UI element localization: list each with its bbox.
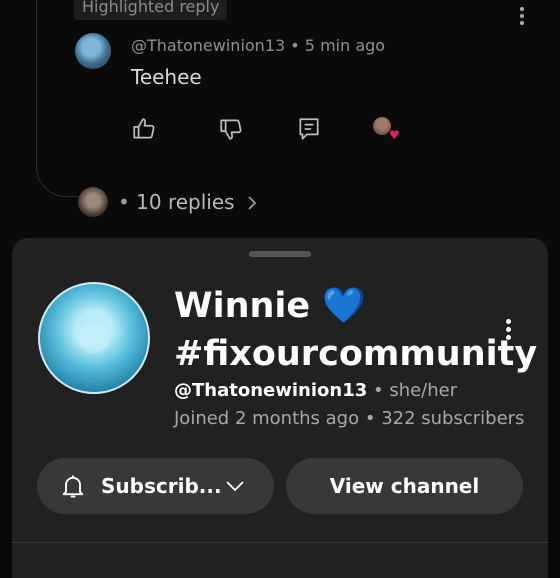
heart-icon: ♥ bbox=[389, 128, 400, 142]
meta-separator: • bbox=[290, 36, 305, 55]
comment-more-options-icon[interactable] bbox=[512, 4, 532, 30]
chevron-down-icon bbox=[226, 481, 244, 492]
reply-meta: @Thatonewinion13 • 5 min ago bbox=[131, 36, 385, 55]
channel-handle-row: @Thatonewinion13 • she/her bbox=[174, 380, 457, 401]
bell-icon bbox=[62, 475, 84, 498]
channel-avatar[interactable] bbox=[38, 282, 150, 394]
chevron-right-icon bbox=[248, 196, 257, 210]
channel-pronouns: she/her bbox=[389, 380, 458, 401]
channel-subscribers: 322 subscribers bbox=[381, 408, 525, 429]
channel-handle: @Thatonewinion13 bbox=[174, 380, 368, 401]
dislike-icon[interactable] bbox=[218, 116, 244, 142]
replies-avatar bbox=[78, 187, 108, 217]
replies-count: 10 replies bbox=[136, 190, 235, 214]
stats-separator: • bbox=[359, 408, 382, 429]
view-replies-link[interactable]: • 10 replies bbox=[118, 190, 259, 214]
reply-time: 5 min ago bbox=[304, 36, 386, 55]
handle-separator: • bbox=[367, 380, 390, 401]
channel-stats-row: Joined 2 months ago • 322 subscribers bbox=[174, 408, 524, 429]
channel-joined: Joined 2 months ago bbox=[174, 408, 360, 429]
sheet-drag-handle[interactable] bbox=[249, 251, 311, 257]
sheet-divider bbox=[12, 542, 548, 543]
thread-connector-line bbox=[36, 0, 83, 197]
reply-author[interactable]: @Thatonewinion13 bbox=[131, 36, 285, 55]
reply-text: Teehee bbox=[131, 65, 202, 89]
subscribe-label: Subscrib... bbox=[101, 474, 222, 498]
channel-name: Winnie 💙 #fixourcommunity bbox=[174, 286, 538, 374]
view-channel-button[interactable]: View channel bbox=[286, 458, 523, 514]
highlighted-reply-chip: Highlighted reply bbox=[74, 0, 228, 20]
like-icon[interactable] bbox=[131, 116, 157, 142]
replies-separator: • bbox=[118, 190, 137, 214]
subscribe-button[interactable]: Subscrib... bbox=[37, 458, 274, 514]
reply-author-avatar[interactable] bbox=[75, 33, 111, 69]
channel-more-options-icon[interactable] bbox=[498, 316, 518, 344]
reply-icon[interactable] bbox=[296, 116, 322, 142]
